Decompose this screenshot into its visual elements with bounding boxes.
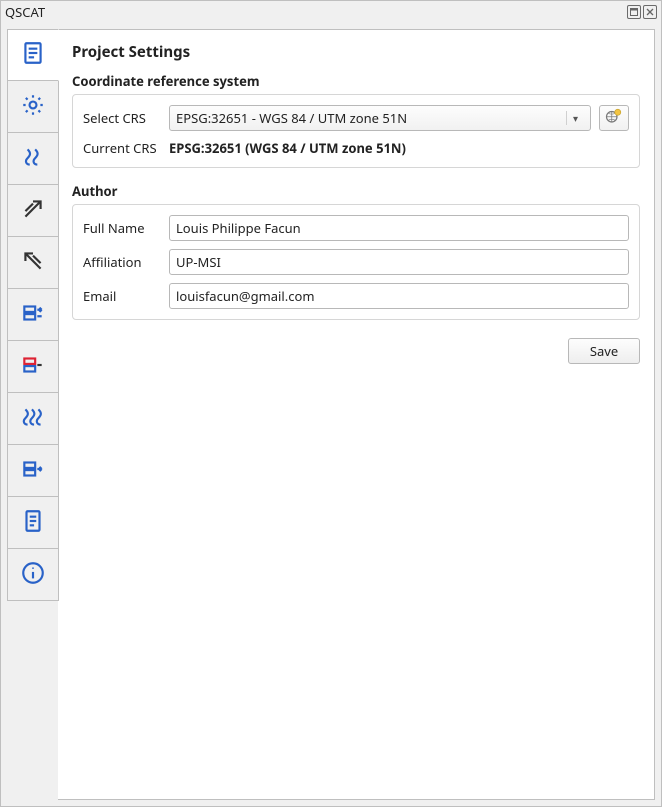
report-icon (20, 508, 46, 538)
fullname-label: Full Name (83, 219, 161, 237)
tab-layers-c[interactable] (7, 445, 59, 497)
email-label: Email (83, 287, 161, 305)
tab-project-settings[interactable] (7, 29, 59, 81)
affiliation-label: Affiliation (83, 253, 161, 271)
footer: Save (72, 338, 640, 364)
tab-layers-compare[interactable] (7, 341, 59, 393)
tab-layers-a[interactable] (7, 289, 59, 341)
save-button[interactable]: Save (568, 338, 640, 364)
info-icon (20, 560, 46, 590)
author-group: Full Name Affiliation Email (72, 204, 640, 320)
page-title: Project Settings (72, 42, 640, 62)
tab-waves-many[interactable] (7, 393, 59, 445)
crs-group-label: Coordinate reference system (72, 72, 640, 90)
fullname-input[interactable] (169, 215, 629, 241)
tab-arrow-up-left[interactable] (7, 237, 59, 289)
crs-group: Select CRS EPSG:32651 - WGS 84 / UTM zon… (72, 94, 640, 168)
content-panel: Project Settings Coordinate reference sy… (58, 29, 655, 800)
arrow-up-left-icon (20, 248, 46, 278)
tab-info[interactable] (7, 549, 59, 601)
tab-arrow-up-right[interactable] (7, 185, 59, 237)
document-list-icon (20, 40, 46, 70)
sidebar (7, 29, 59, 800)
window-title: QSCAT (5, 3, 627, 21)
waves-many-icon (20, 404, 46, 434)
email-input[interactable] (169, 283, 629, 309)
chevron-down-icon: ▾ (566, 111, 584, 125)
qscat-panel: QSCAT (0, 0, 662, 807)
crs-combobox[interactable]: EPSG:32651 - WGS 84 / UTM zone 51N ▾ (169, 105, 591, 131)
layers-right-alt-icon (20, 456, 46, 486)
titlebar-buttons (627, 5, 657, 19)
gear-icon (20, 92, 46, 122)
dock-button[interactable] (627, 5, 641, 19)
current-crs-label: Current CRS (83, 139, 161, 157)
tab-general-settings[interactable] (7, 81, 59, 133)
crs-combobox-value: EPSG:32651 - WGS 84 / UTM zone 51N (176, 109, 566, 127)
globe-sun-icon (605, 107, 623, 129)
current-crs-value: EPSG:32651 (WGS 84 / UTM zone 51N) (169, 139, 406, 157)
tab-waves[interactable] (7, 133, 59, 185)
crs-picker-button[interactable] (599, 105, 629, 131)
close-button[interactable] (643, 5, 657, 19)
affiliation-input[interactable] (169, 249, 629, 275)
tab-report[interactable] (7, 497, 59, 549)
titlebar: QSCAT (1, 1, 661, 23)
layers-right-icon (20, 300, 46, 330)
arrow-up-right-icon (20, 196, 46, 226)
layers-compare-icon (20, 352, 46, 382)
waves-right-icon (20, 144, 46, 174)
author-group-label: Author (72, 182, 640, 200)
select-crs-label: Select CRS (83, 109, 161, 127)
